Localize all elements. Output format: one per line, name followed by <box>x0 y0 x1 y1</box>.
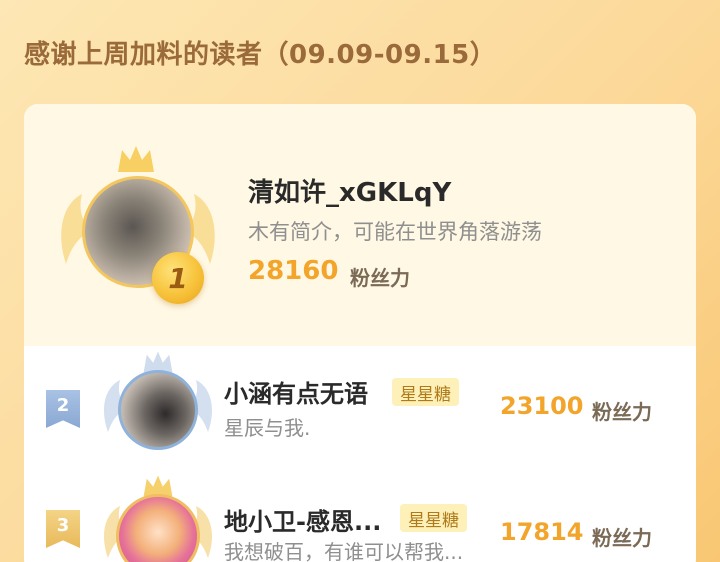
rank-2-flag: 2 <box>46 390 80 428</box>
reader-bio: 我想破百，有谁可以帮我... <box>224 540 464 562</box>
page-title: 感谢上周加料的读者（09.09-09.15） <box>24 40 497 70</box>
fans-unit: 粉丝力 <box>592 400 652 424</box>
rank-3-flag: 3 <box>46 510 80 548</box>
fans-count: 23100 <box>500 392 584 420</box>
fans-unit: 粉丝力 <box>592 526 652 550</box>
fans-count: 28160 <box>248 256 339 286</box>
reader-name[interactable]: 地小卫-感恩... <box>224 502 381 537</box>
leaderboard-card: 1 清如许_xGKLqY 木有简介，可能在世界角落游荡 28160 粉丝力 2 … <box>24 104 696 562</box>
reader-tag: 星星糖 <box>400 504 467 532</box>
fans-count: 17814 <box>500 518 584 546</box>
reader-bio: 星辰与我. <box>224 416 311 440</box>
fans-unit: 粉丝力 <box>350 266 410 290</box>
reader-bio: 木有简介，可能在世界角落游荡 <box>248 220 542 244</box>
top-reader-section[interactable]: 1 清如许_xGKLqY 木有简介，可能在世界角落游荡 28160 粉丝力 <box>24 104 696 346</box>
reader-tag: 星星糖 <box>392 378 459 406</box>
rank-1-badge: 1 <box>152 252 204 304</box>
reader-name[interactable]: 小涵有点无语 <box>224 374 368 409</box>
reader-avatar[interactable] <box>118 370 198 450</box>
reader-name[interactable]: 清如许_xGKLqY <box>248 172 451 209</box>
crown-icon <box>118 146 154 172</box>
